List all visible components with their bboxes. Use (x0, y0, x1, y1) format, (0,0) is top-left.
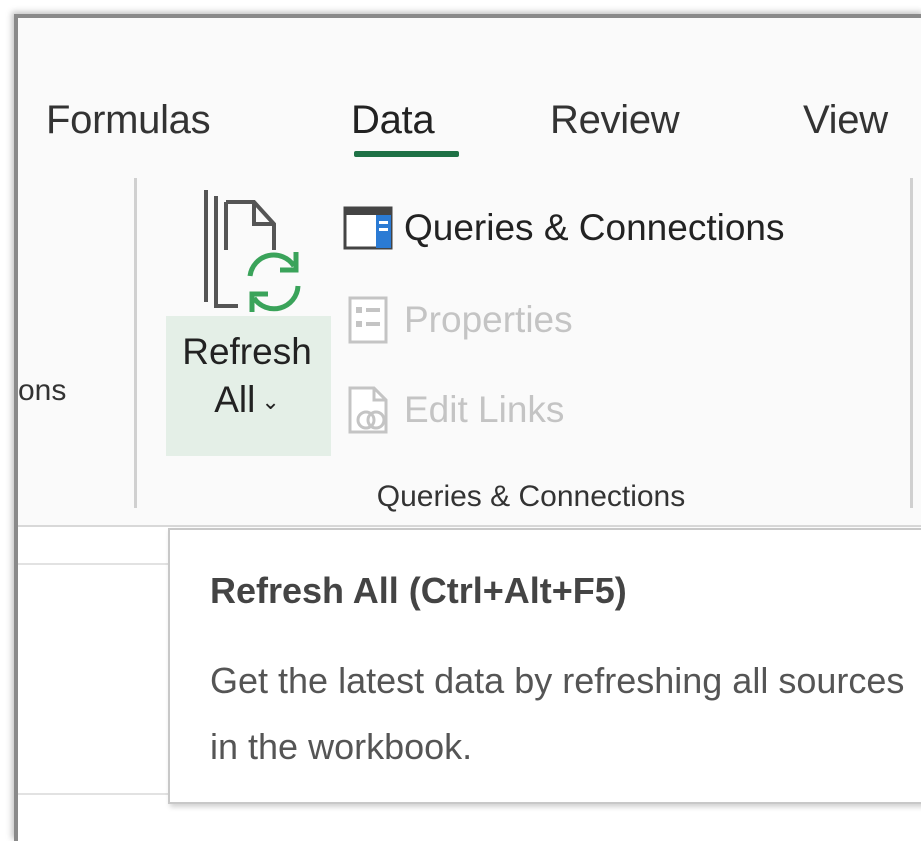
clipped-group-label: ons (18, 374, 67, 407)
group-label-queries-connections: Queries & Connections (376, 480, 686, 513)
properties-label: Properties (404, 299, 573, 340)
refresh-all-label: Refresh All ⌄ (166, 328, 328, 426)
ribbon-tab-bar: Formulas Data Review View (18, 80, 921, 170)
tooltip-title: Refresh All (Ctrl+Alt+F5) (210, 570, 627, 611)
queries-connections-icon (343, 206, 393, 250)
tab-formulas[interactable]: Formulas (46, 98, 211, 143)
group-divider (134, 178, 137, 508)
tooltip-body: Get the latest data by refreshing all so… (210, 660, 905, 767)
group-divider (910, 178, 913, 508)
refresh-all-label-line2: All (214, 379, 256, 420)
active-tab-indicator (354, 151, 459, 157)
properties-icon (348, 296, 388, 344)
refresh-all-label-line1: Refresh (182, 331, 312, 372)
properties-button[interactable]: Properties (342, 288, 573, 352)
queries-connections-label: Queries & Connections (404, 207, 785, 248)
edit-links-icon (348, 386, 388, 434)
tab-data[interactable]: Data (351, 98, 435, 143)
excel-window: Formulas Data Review View ons Refresh Al… (14, 14, 921, 841)
tab-review[interactable]: Review (550, 98, 680, 143)
grid-line (18, 563, 178, 565)
tab-view[interactable]: View (803, 98, 888, 143)
chevron-down-icon[interactable]: ⌄ (261, 389, 279, 414)
edit-links-button[interactable]: Edit Links (342, 378, 564, 442)
edit-links-label: Edit Links (404, 389, 565, 430)
queries-connections-button[interactable]: Queries & Connections (342, 196, 784, 260)
refresh-all-tooltip: Refresh All (Ctrl+Alt+F5) Get the latest… (168, 528, 921, 804)
refresh-all-icon (204, 190, 301, 312)
